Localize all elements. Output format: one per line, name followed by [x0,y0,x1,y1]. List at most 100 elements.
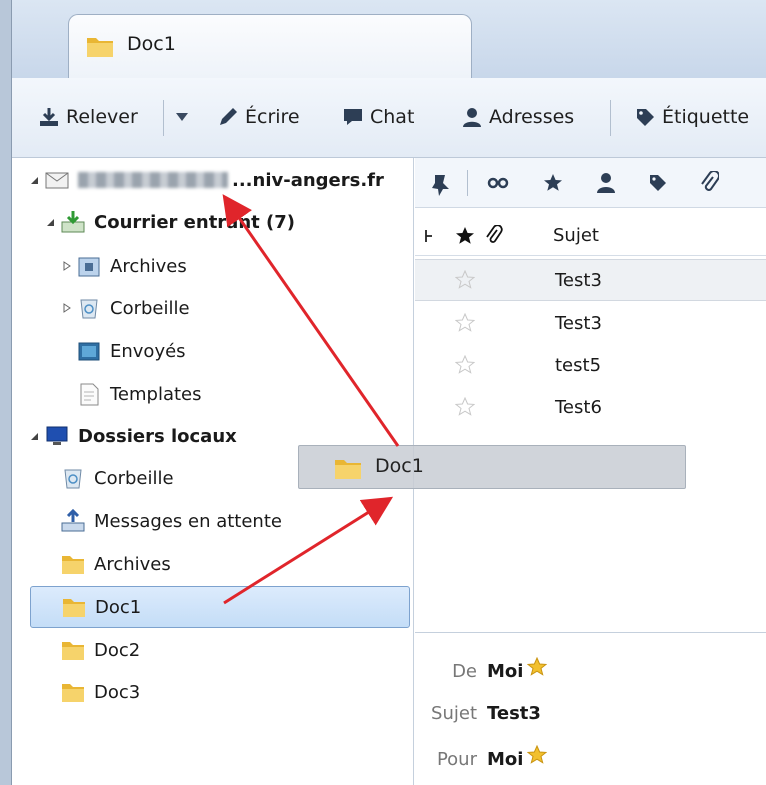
collapsed-triangle-icon[interactable] [62,261,72,271]
message-subject: Test6 [555,396,602,418]
message-subject: test5 [555,354,602,376]
folder-trash[interactable]: Corbeille [62,290,190,326]
redacted-account-name [78,172,228,188]
chat-label: Chat [370,106,415,128]
folder-icon [63,599,85,617]
message-header-pane: De Moi Sujet Test3 Pour Moi [415,632,766,785]
sent-icon [78,342,100,361]
star-contact-icon[interactable] [527,745,547,765]
unread-filter-icon[interactable] [487,175,509,191]
star-empty-icon[interactable] [455,355,475,375]
tag-icon [637,109,654,126]
download-icon [40,108,58,126]
folder-doc1[interactable]: Doc1 [30,586,410,628]
star-empty-icon[interactable] [455,313,475,333]
message-row[interactable]: Test3 [415,302,766,344]
quick-filter-bar [415,158,766,208]
toolbar-separator [467,170,468,196]
folder-doc2[interactable]: Doc2 [60,632,140,668]
get-mail-dropdown[interactable] [170,100,194,134]
folder-doc3[interactable]: Doc3 [60,674,140,710]
collapsed-triangle-icon[interactable] [62,303,72,313]
expanded-triangle-icon[interactable] [46,217,56,227]
contact-icon [463,108,481,127]
subject-value: Test3 [487,703,541,724]
star-contact-icon[interactable] [527,657,547,677]
drag-ghost: Doc1 [298,445,686,489]
drag-ghost-label: Doc1 [375,455,424,477]
folder-icon [62,642,84,660]
message-row[interactable]: Test6 [415,386,766,428]
address-book-label: Adresses [489,106,575,128]
folder-label: Corbeille [110,297,190,319]
get-mail-label: Relever [66,106,138,128]
tag-button[interactable]: Étiquette [634,100,749,134]
archive-icon [78,257,100,277]
subject-label: Sujet [431,703,477,724]
star-empty-icon[interactable] [455,270,475,290]
folder-label: Envoyés [110,340,186,362]
pin-icon[interactable] [429,171,455,197]
folder-label: Corbeille [94,467,174,489]
folder-label: Messages en attente [94,510,282,532]
tab-bar: Doc1 [12,0,766,78]
write-button[interactable]: Écrire [217,100,300,134]
folder-label: Archives [94,553,171,575]
tag-label: Étiquette [662,106,750,128]
trash-icon [64,469,82,489]
computer-icon [46,426,68,445]
folder-label: Doc1 [95,596,142,618]
account-row[interactable]: ...niv-angers.fr [30,162,410,198]
attachment-filter-icon[interactable] [699,171,719,195]
toolbar-separator [610,100,611,136]
star-empty-icon[interactable] [455,397,475,417]
folder-label: Courrier entrant (7) [94,211,295,233]
folder-label: Doc3 [94,681,141,703]
expanded-triangle-icon[interactable] [30,431,40,441]
thread-column-icon[interactable] [423,228,437,244]
local-folders[interactable]: Dossiers locaux [30,418,237,454]
toolbar-separator [163,100,164,136]
inbox-icon [61,211,85,233]
folder-inbox[interactable]: Courrier entrant (7) [46,204,295,240]
message-row[interactable]: Test3 [415,259,766,301]
folder-icon [87,38,113,57]
from-value[interactable]: Moi [487,661,523,682]
message-subject: Test3 [555,269,602,291]
message-row[interactable]: test5 [415,344,766,386]
write-label: Écrire [245,106,300,128]
folder-label: Doc2 [94,639,141,661]
folder-icon [335,460,361,479]
folder-archives-local[interactable]: Archives [60,546,171,582]
folder-archives[interactable]: Archives [62,248,187,284]
folder-label: Dossiers locaux [78,425,237,447]
tag-filter-icon[interactable] [648,173,668,193]
attachment-column-icon[interactable] [485,225,503,247]
template-icon [80,383,99,406]
to-label: Pour [436,749,477,770]
chat-button[interactable]: Chat [342,100,414,134]
trash-icon [80,299,98,319]
folder-templates[interactable]: Templates [76,376,202,412]
chat-bubble-icon [344,109,362,125]
get-mail-button[interactable]: Relever [38,100,138,134]
to-value[interactable]: Moi [487,749,523,770]
star-column-icon[interactable] [455,226,475,246]
tab-doc1[interactable]: Doc1 [68,14,472,78]
expanded-triangle-icon[interactable] [30,175,40,185]
star-filter-icon[interactable] [543,173,563,193]
folder-label: Archives [110,255,187,277]
folder-icon [62,684,84,702]
outbox-icon [61,509,85,532]
subject-column-header[interactable]: Sujet [553,225,599,246]
chevron-down-icon [176,113,188,121]
message-subject: Test3 [555,312,602,334]
folder-outbox[interactable]: Messages en attente [60,503,282,539]
from-label: De [452,661,477,682]
message-list-header: Sujet [415,216,766,256]
contact-filter-icon[interactable] [596,172,616,194]
folder-label: Templates [110,383,202,405]
folder-trash-local[interactable]: Corbeille [60,460,174,496]
address-book-button[interactable]: Adresses [461,100,574,134]
folder-sent[interactable]: Envoyés [76,333,186,369]
